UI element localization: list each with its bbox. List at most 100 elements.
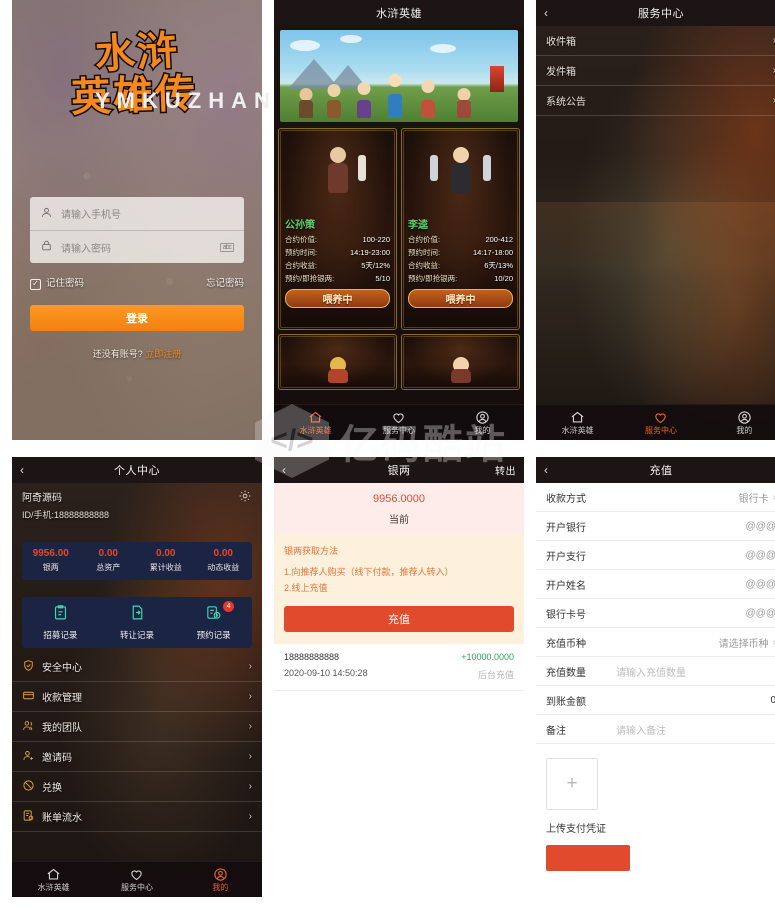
tab-service[interactable]: 服务中心 xyxy=(619,410,702,436)
tab-service[interactable]: 服务中心 xyxy=(357,410,440,436)
quick-action-label: 招募记录 xyxy=(43,630,78,640)
menu-item-bill-records[interactable]: 账单流水 › xyxy=(12,802,262,832)
field-value: @@@ xyxy=(745,578,775,590)
menu-item-security-center[interactable]: 安全中心 › xyxy=(12,652,262,682)
stat-total-assets: 0.00 总资产 xyxy=(80,548,138,573)
menu-item-my-team[interactable]: 我的团队 › xyxy=(12,712,262,742)
stat-value: 0.00 xyxy=(213,548,233,559)
menu-item-exchange[interactable]: 兑换 › xyxy=(12,772,262,802)
service-item-label: 收件箱 xyxy=(546,37,576,48)
user-icon xyxy=(441,410,524,425)
tab-mine[interactable]: 我的 xyxy=(441,410,524,436)
password-field[interactable]: 请输入密码 abc xyxy=(30,230,244,263)
hero-attr-label: 预约时间: xyxy=(408,248,441,257)
field-value: @@@ xyxy=(745,520,775,532)
field-label: 备注 xyxy=(546,725,566,737)
password-input-placeholder[interactable]: 请输入密码 xyxy=(61,240,212,255)
login-button[interactable]: 登录 xyxy=(30,305,244,331)
profile-menu-list: 安全中心 › 收款管理 › 我的团队 › 邀请码 › 兑换 › 账单流水 › xyxy=(12,652,262,832)
menu-item-invite-code[interactable]: 邀请码 › xyxy=(12,742,262,772)
home-title: 水浒英雄 xyxy=(376,8,422,20)
tab-service-label: 服务中心 xyxy=(382,425,415,435)
submit-button[interactable] xyxy=(546,845,630,871)
hero-card[interactable]: 公孙策 合约价值: 100-220 预约时间: 14:19-23:00 合约收益… xyxy=(278,128,397,330)
field-received-amount: 到账金额 0 xyxy=(536,686,775,715)
remember-checkbox[interactable]: ✓ xyxy=(30,278,41,290)
menu-item-label: 兑换 xyxy=(42,783,62,794)
feed-button[interactable]: 喂养中 xyxy=(408,289,513,308)
silver-title: 银两 xyxy=(387,465,411,477)
field-payment-method[interactable]: 收款方式 银行卡 › xyxy=(536,483,775,512)
field-label: 开户银行 xyxy=(546,522,586,534)
user-icon xyxy=(40,206,53,222)
tab-service[interactable]: 服务中心 xyxy=(95,867,178,893)
field-value-text: 银行卡 xyxy=(738,493,769,505)
password-visibility-toggle[interactable]: abc xyxy=(219,242,234,252)
service-item-inbox[interactable]: 收件箱 › xyxy=(536,26,775,56)
feed-button[interactable]: 喂养中 xyxy=(285,289,390,308)
field-currency[interactable]: 充值币种 请选择币种 › xyxy=(536,628,775,657)
field-value[interactable]: 请选择币种 › xyxy=(719,635,775,650)
hero-name: 公孙策 xyxy=(285,220,315,231)
back-button[interactable]: ‹ xyxy=(544,7,549,19)
user-icon xyxy=(179,867,262,882)
menu-item-label: 我的团队 xyxy=(42,723,82,734)
info-line: 2.线上充值 xyxy=(284,583,328,593)
tab-home[interactable]: 水浒英雄 xyxy=(274,410,357,436)
chevron-right-icon: › xyxy=(248,661,252,672)
home-icon xyxy=(536,410,619,425)
home-header: 水浒英雄 xyxy=(274,0,524,26)
transaction-row[interactable]: 18888888888 2020-09-10 14:50:28 +10000.0… xyxy=(274,644,524,691)
register-link[interactable]: 立即注册 xyxy=(145,349,181,359)
register-row: 还没有账号? 立即注册 xyxy=(12,347,262,360)
phone-field[interactable]: 请输入手机号 xyxy=(30,197,244,230)
back-button[interactable]: ‹ xyxy=(282,464,287,476)
hero-artwork xyxy=(285,339,390,383)
remember-password-option[interactable]: ✓ 记住密码 xyxy=(30,275,84,290)
transfer-out-button[interactable]: 转出 xyxy=(495,463,516,478)
tab-mine-label: 我的 xyxy=(212,882,229,892)
recharge-button[interactable]: 充值 xyxy=(284,606,514,632)
heart-icon xyxy=(95,867,178,882)
menu-item-label: 账单流水 xyxy=(42,813,82,824)
forgot-password-link[interactable]: 忘记密码 xyxy=(206,275,244,289)
tab-mine[interactable]: 我的 xyxy=(703,410,775,436)
field-value: @@@ xyxy=(745,607,775,619)
service-item-label: 发件箱 xyxy=(546,67,576,78)
profile-title: 个人中心 xyxy=(114,465,160,477)
quick-action-recruit-records[interactable]: 招募记录 xyxy=(22,604,99,641)
service-item-outbox[interactable]: 发件箱 › xyxy=(536,56,775,86)
tab-home[interactable]: 水浒英雄 xyxy=(536,410,619,436)
quick-action-transfer-records[interactable]: 转让记录 xyxy=(99,604,176,641)
field-remark[interactable]: 备注 请输入备注 xyxy=(536,715,775,744)
field-value[interactable]: 银行卡 › xyxy=(739,490,775,505)
hero-attr-row: 预约/即抢银两: 5/10 xyxy=(285,272,390,285)
amount-input-placeholder[interactable]: 请输入充值数量 xyxy=(604,664,775,679)
hero-card-partial[interactable] xyxy=(401,333,520,390)
home-banner[interactable] xyxy=(280,30,518,122)
tab-mine[interactable]: 我的 xyxy=(179,867,262,893)
back-button[interactable]: ‹ xyxy=(544,464,549,476)
back-button[interactable]: ‹ xyxy=(20,464,25,476)
upload-image-button[interactable]: + xyxy=(546,758,598,810)
menu-item-payment-management[interactable]: 收款管理 › xyxy=(12,682,262,712)
hero-card-partial[interactable] xyxy=(278,333,397,390)
quick-action-reservation-records[interactable]: 4 预约记录 xyxy=(175,601,252,641)
tabbar: 水浒英雄 服务中心 我的 xyxy=(536,404,775,440)
field-label: 到账金额 xyxy=(546,696,586,708)
tab-home[interactable]: 水浒英雄 xyxy=(12,867,95,893)
home-screen: 水浒英雄 公孙策 合约价值: 100-220 预约时间: 14:19-23:00… xyxy=(274,0,524,440)
remark-input-placeholder[interactable]: 请输入备注 xyxy=(604,722,775,737)
chevron-right-icon: › xyxy=(248,721,252,732)
silver-screen: ‹ 银两 转出 9956.0000 当前 银两获取方法 1.向推荐人购买（线下付… xyxy=(274,457,524,897)
field-amount[interactable]: 充值数量 请输入充值数量 xyxy=(536,657,775,686)
hero-attr-value: 14:19-23:00 xyxy=(349,248,390,257)
hero-card[interactable]: 李逵 合约价值: 200-412 预约时间: 14:17-18:00 合约收益:… xyxy=(401,128,520,330)
gear-icon[interactable] xyxy=(238,489,252,503)
info-title: 银两获取方法 xyxy=(284,546,339,556)
phone-input-placeholder[interactable]: 请输入手机号 xyxy=(61,206,234,221)
balance-amount: 9956.0000 xyxy=(373,493,425,505)
hero-card-list: 公孙策 合约价值: 100-220 预约时间: 14:19-23:00 合约收益… xyxy=(278,128,520,404)
service-item-announcement[interactable]: 系统公告 › xyxy=(536,86,775,116)
profile-stats-panel: 9956.00 银两 0.00 总资产 0.00 累计收益 0.00 动态收益 xyxy=(22,542,252,580)
